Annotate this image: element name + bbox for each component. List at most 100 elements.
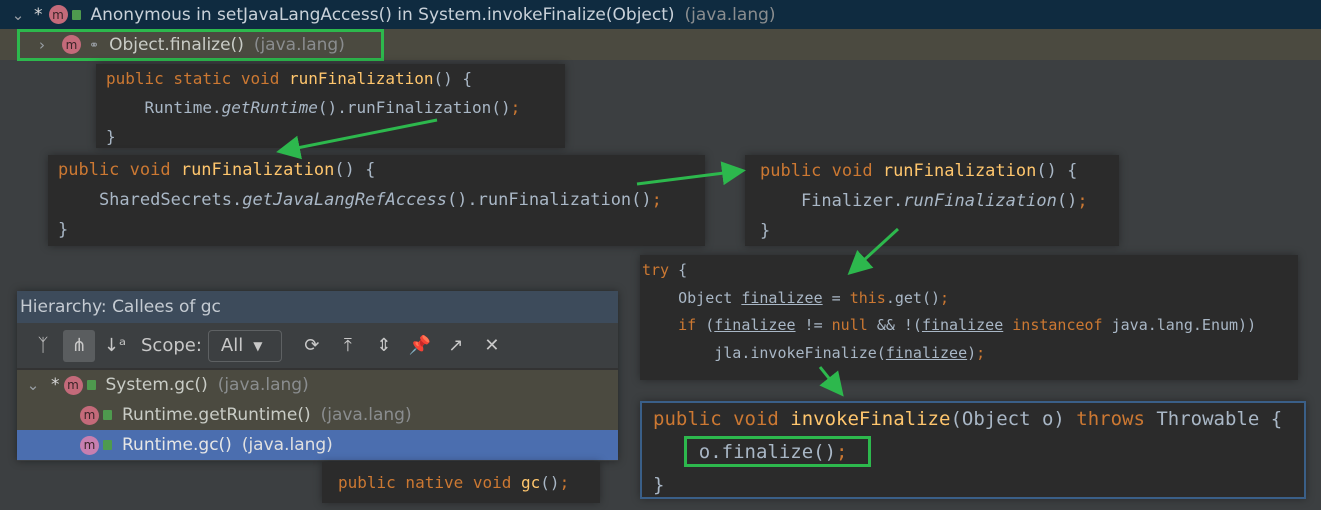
code-line: public native void gc(); [338, 462, 584, 503]
code-token: ; [976, 343, 986, 362]
code-token: Finalizer. [760, 191, 904, 211]
caller-hierarchy-icon[interactable]: ᛉ [27, 330, 59, 362]
code-token: finalizee [921, 316, 1004, 334]
code-runtime-runfinalization: public void runFinalization() { SharedSe… [48, 155, 705, 246]
tree-row-label: Anonymous in setJavaLangAccess() in Syst… [90, 4, 675, 25]
code-token: throws [1076, 408, 1157, 430]
code-token: runFinalization [903, 191, 1057, 211]
expand-top-icon[interactable]: ⤒ [332, 330, 364, 362]
tree-row-label: System.gc() [105, 375, 208, 395]
pin-icon[interactable]: 📌 [404, 330, 436, 362]
code-runtime-static-runfinalization: public static void runFinalization() { R… [96, 64, 565, 148]
code-token: () { [334, 160, 376, 180]
close-icon[interactable]: ✕ [476, 330, 508, 362]
code-token: != [795, 316, 832, 334]
code-line: } [653, 469, 1293, 497]
code-line: SharedSecrets.getJavaLangRefAccess().run… [58, 185, 695, 215]
chevron-down-icon[interactable]: ⌄ [23, 376, 43, 394]
tree-row-package: (java.lang) [320, 405, 412, 425]
code-token: gc [521, 473, 541, 492]
method-icon: m [80, 435, 99, 455]
code-token: null [831, 316, 877, 334]
code-token: } [760, 221, 771, 241]
scope-label: Scope: [141, 335, 202, 356]
code-line: } [106, 122, 555, 148]
scope-value: All [220, 335, 244, 356]
code-token: getJavaLangRefAccess [242, 190, 447, 210]
code-token: ) [967, 343, 977, 362]
refresh-icon[interactable]: ⟳ [296, 330, 328, 362]
code-native-gc: public native void gc(); [322, 462, 600, 503]
code-token: this [849, 288, 886, 307]
tree-row-runtime-gc[interactable]: m Runtime.gc() (java.lang) [17, 430, 618, 460]
code-token: Throwable { [1156, 408, 1283, 430]
hierarchy-title: Hierarchy: Callees of gc [17, 291, 618, 323]
code-token: ; [510, 98, 521, 117]
code-token: } [106, 127, 116, 146]
method-icon: m [48, 5, 68, 24]
code-token: if [678, 316, 706, 334]
code-token: instanceof [1003, 316, 1112, 334]
scope-select[interactable]: All ▼ [207, 329, 282, 362]
code-token: } [58, 220, 69, 240]
code-token: { [678, 261, 688, 279]
code-token: Object [642, 288, 742, 307]
hierarchy-toolbar: ᛉ ⋔ ↓ᵃ Scope: All ▼ ⟳ ⤒ ⇕ 📌 ↗ ✕ [17, 323, 618, 370]
code-line: Runtime.getRuntime().runFinalization(); [106, 93, 555, 122]
code-line: public void runFinalization() { [58, 155, 695, 185]
tree-row-anonymous[interactable]: ⌄ * m Anonymous in setJavaLangAccess() i… [0, 0, 1321, 29]
code-token: ; [651, 190, 662, 210]
code-token: () { [1036, 161, 1078, 181]
code-line: try { [642, 257, 1296, 285]
code-token: getRuntime [221, 98, 318, 117]
expand-all-icon[interactable]: ⇕ [368, 330, 400, 362]
tree-row-label: Runtime.gc() [122, 435, 232, 455]
code-token: public native void [338, 473, 522, 492]
code-token: ; [559, 473, 570, 492]
code-token: ; [1077, 191, 1088, 211]
dropdown-arrow-icon: ▼ [253, 338, 263, 353]
code-token: SharedSecrets. [58, 190, 243, 210]
sort-alpha-icon[interactable]: ↓ᵃ [99, 330, 131, 362]
method-icon: m [63, 375, 83, 395]
code-line: } [760, 216, 1104, 246]
code-line: Object finalizee = this.get(); [642, 285, 1296, 313]
code-token: } [653, 474, 665, 496]
call-hierarchy-panel: Hierarchy: Callees of gc ᛉ ⋔ ↓ᵃ Scope: A… [17, 291, 618, 461]
code-token: ; [940, 288, 950, 307]
code-token: public void [58, 160, 181, 180]
code-token: try [642, 261, 679, 279]
callee-hierarchy-icon[interactable]: ⋔ [63, 329, 95, 362]
code-token: runFinalization [882, 161, 1037, 181]
tree-row-package: (java.lang) [241, 435, 333, 455]
code-token: ( [705, 316, 715, 334]
tree-row-runtime-getruntime[interactable]: m Runtime.getRuntime() (java.lang) [17, 400, 618, 430]
code-line: public void invokeFinalize(Object o) thr… [653, 403, 1293, 436]
code-token: finalizee [885, 343, 968, 362]
code-token: runFinalization [180, 160, 335, 180]
tree-row-system-gc[interactable]: ⌄ * m System.gc() (java.lang) [17, 370, 618, 400]
export-icon[interactable]: ↗ [440, 330, 472, 362]
code-line: Finalizer.runFinalization(); [760, 186, 1104, 216]
code-line: jla.invokeFinalize(finalizee); [642, 340, 1296, 368]
code-token: finalizee [714, 316, 796, 334]
public-access-icon [71, 9, 81, 20]
code-token: public static void [106, 69, 290, 88]
code-token: java.lang.Enum)) [1111, 316, 1257, 334]
code-token: (Object o) [950, 408, 1077, 430]
code-token: public void [760, 161, 883, 181]
public-access-icon [103, 410, 112, 420]
code-token: .get() [885, 288, 941, 307]
tree-row-label: Runtime.getRuntime() [122, 405, 311, 425]
code-token: ().runFinalization() [446, 190, 652, 210]
method-icon: m [80, 405, 99, 425]
recursion-marker: * [34, 4, 43, 25]
code-token: invokeFinalize [790, 408, 951, 430]
chevron-down-icon[interactable]: ⌄ [8, 6, 28, 24]
code-line: public static void runFinalization() { [106, 64, 555, 93]
public-access-icon [86, 380, 96, 390]
code-token: public void [653, 408, 791, 430]
code-line: public void runFinalization() { [760, 156, 1104, 186]
code-token: = [822, 288, 850, 307]
